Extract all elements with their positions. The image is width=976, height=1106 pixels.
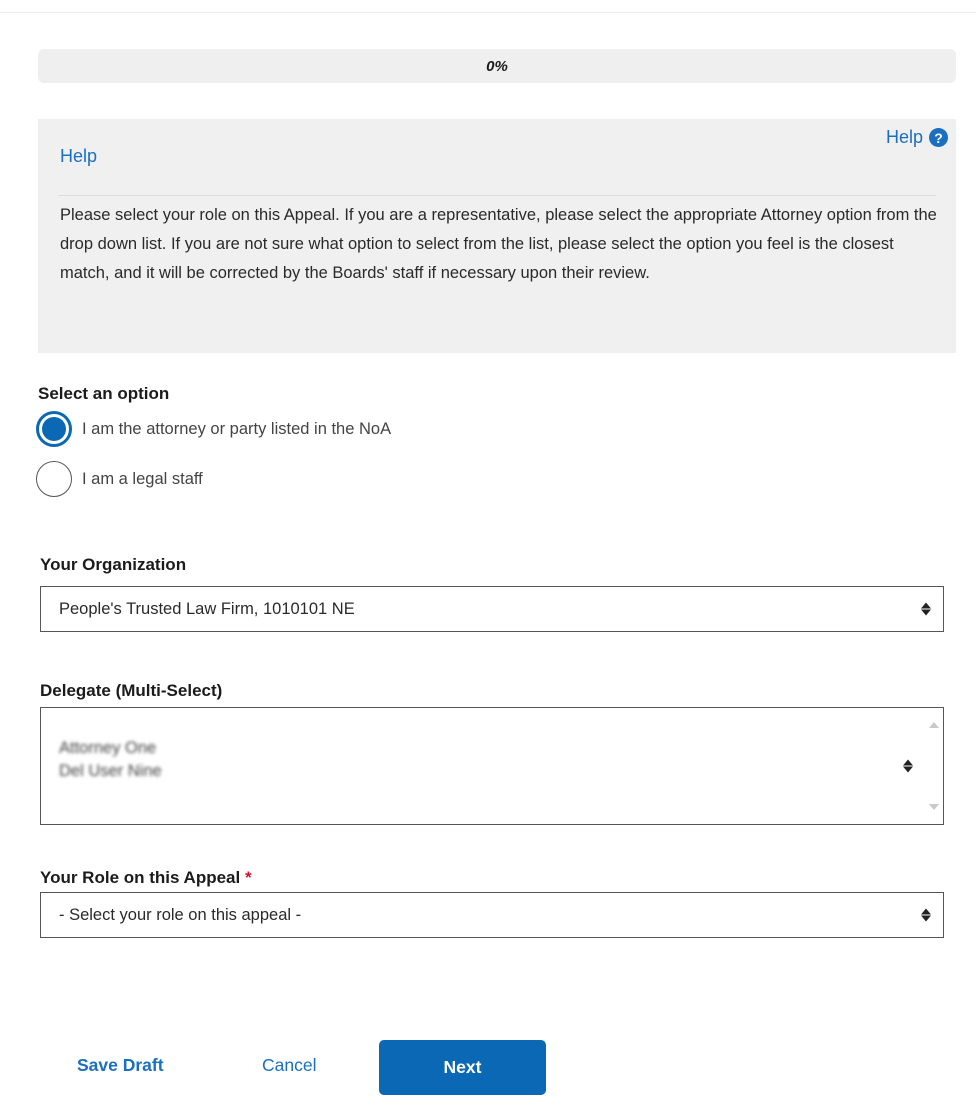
delegate-label: Delegate (Multi-Select) [40, 681, 223, 700]
next-button[interactable]: Next [379, 1040, 546, 1095]
radio-option-legal-staff[interactable]: I am a legal staff [36, 461, 203, 497]
help-divider [58, 195, 936, 196]
sort-arrows-icon [921, 908, 931, 922]
cancel-button[interactable]: Cancel [262, 1055, 316, 1076]
list-item[interactable]: Attorney One [59, 737, 162, 760]
role-label-text: Your Role on this Appeal [40, 868, 241, 887]
progress-text: 0% [486, 57, 508, 75]
help-toggle-label: Help [885, 127, 923, 147]
scroll-up-arrow-icon[interactable] [929, 722, 939, 728]
delegate-multiselect[interactable]: ​ Attorney One Del User Nine [40, 707, 944, 825]
radio-button-checked[interactable] [36, 411, 72, 447]
sort-arrows-icon [903, 759, 913, 773]
help-heading: Help [60, 146, 98, 166]
radio-option-attorney[interactable]: I am the attorney or party listed in the… [36, 411, 391, 447]
help-panel: Help ? Help Please select your role on t… [38, 119, 956, 353]
required-asterisk: * [244, 868, 252, 887]
help-toggle[interactable]: Help ? [886, 127, 948, 148]
sort-arrows-icon [921, 602, 931, 616]
radio-label: I am a legal staff [82, 469, 203, 488]
organization-value: People's Trusted Law Firm, 1010101 NE [59, 599, 355, 618]
organization-select[interactable]: People's Trusted Law Firm, 1010101 NE [40, 586, 944, 632]
listbox-scrollbar[interactable] [925, 708, 943, 824]
role-value: - Select your role on this appeal - [59, 905, 302, 924]
question-circle-icon: ? [929, 128, 948, 147]
progress-bar: 0% [38, 49, 956, 83]
scroll-down-arrow-icon[interactable] [929, 804, 939, 810]
help-text: Please select your role on this Appeal. … [60, 206, 937, 282]
organization-label: Your Organization [40, 555, 187, 574]
list-item[interactable]: Del User Nine [59, 760, 162, 783]
list-item-redacted[interactable]: ​ [59, 708, 162, 725]
radio-button-unchecked[interactable] [36, 461, 72, 497]
delegate-list: ​ Attorney One Del User Nine [59, 708, 162, 783]
page-top-border [0, 0, 976, 13]
save-draft-button[interactable]: Save Draft [77, 1055, 164, 1076]
role-select[interactable]: - Select your role on this appeal - [40, 892, 944, 938]
radio-label: I am the attorney or party listed in the… [82, 419, 392, 438]
role-label: Your Role on this Appeal * [40, 868, 252, 888]
option-group-label: Select an option [38, 384, 170, 403]
